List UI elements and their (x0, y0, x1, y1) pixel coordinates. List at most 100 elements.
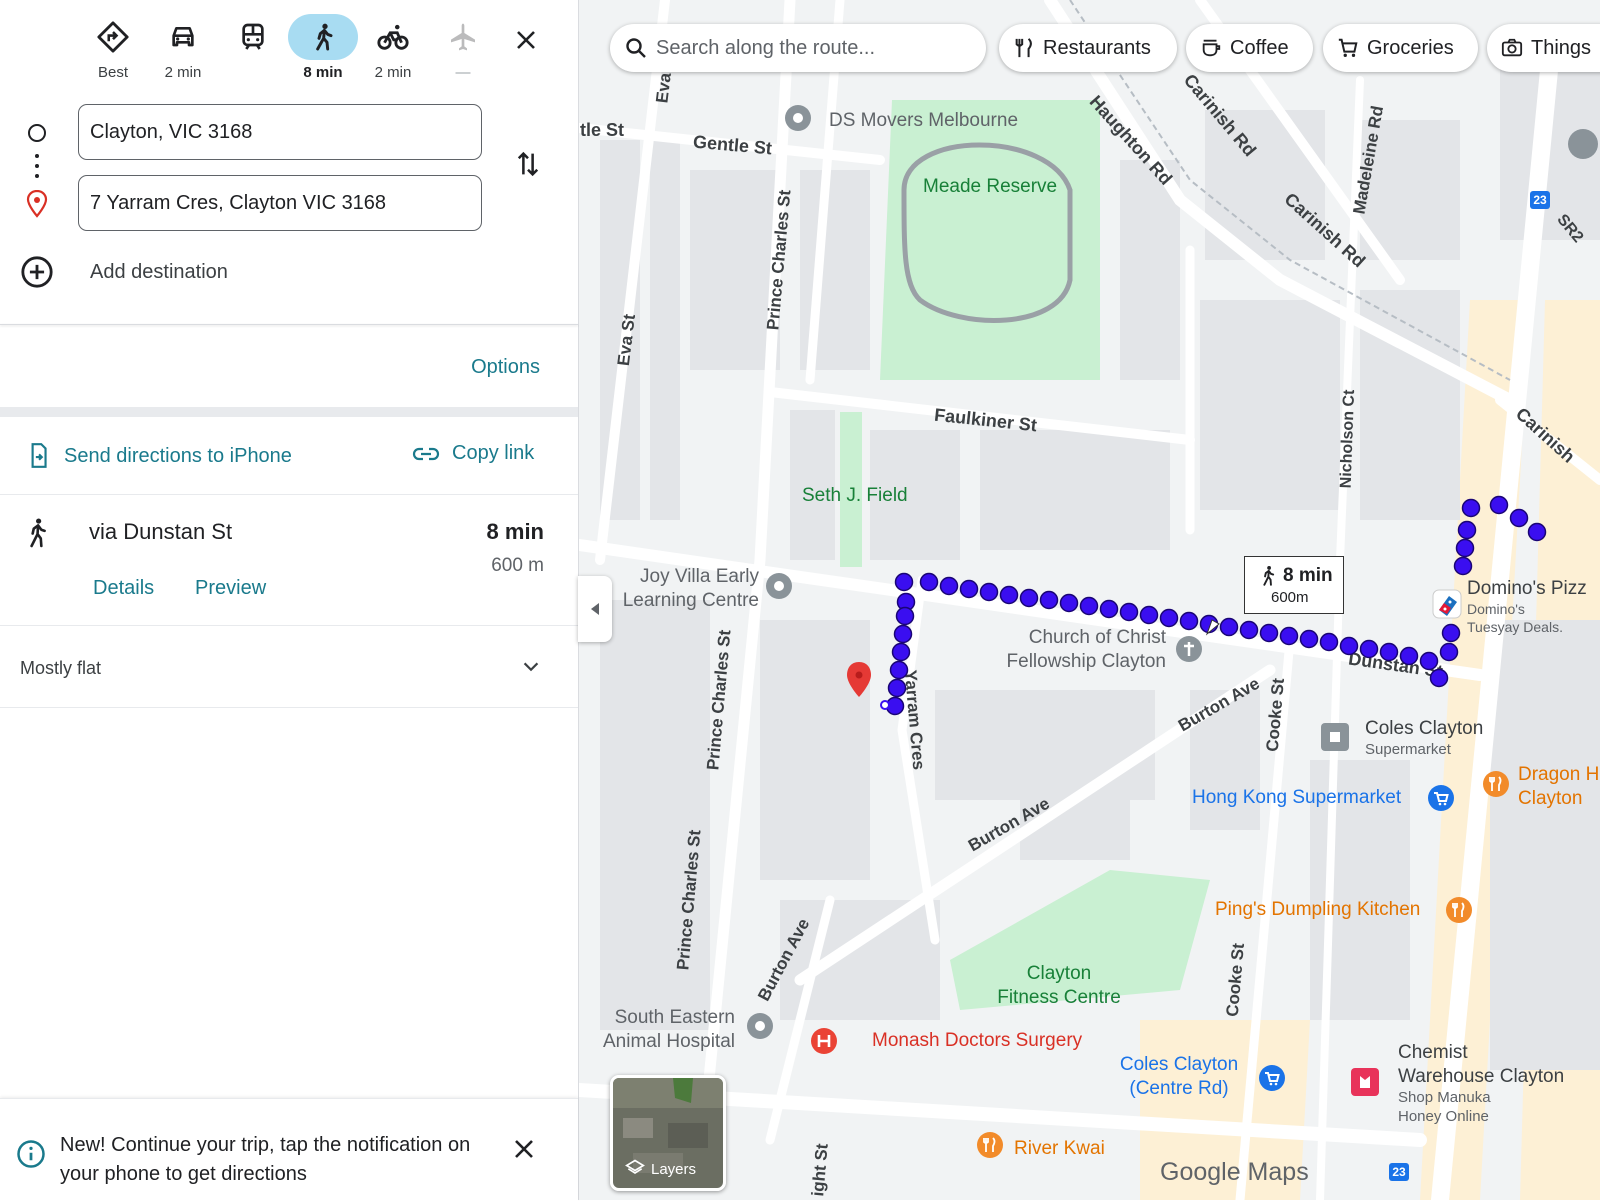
chip-things-to-do[interactable]: Things (1487, 24, 1600, 72)
add-destination-button[interactable]: Add destination (20, 255, 228, 289)
poi-label[interactable]: Monash Doctors Surgery (872, 1030, 1082, 1052)
poi-pin-icon[interactable] (765, 572, 793, 600)
layers-button[interactable]: Layers (610, 1075, 726, 1191)
poi-pin-icon[interactable] (746, 1012, 774, 1040)
mode-best-label: Best (97, 64, 128, 81)
map-canvas[interactable]: Gentle St ntle St Eva St Eva Prince Char… (579, 0, 1600, 1200)
copy-link-button[interactable]: Copy link (412, 442, 534, 465)
restaurant-icon (1015, 38, 1032, 58)
poi-label[interactable]: Coles Clayton (Centre Rd) (1109, 1053, 1249, 1101)
close-notification-icon[interactable] (512, 1137, 536, 1161)
google-maps-logo: Google Maps (1160, 1158, 1309, 1186)
restaurant-icon[interactable] (1482, 770, 1510, 798)
mode-cycling[interactable]: 2 min (358, 14, 428, 82)
chip-coffee[interactable]: Coffee (1186, 24, 1313, 72)
poi-label[interactable]: DS Movers Melbourne (829, 110, 1018, 132)
link-icon (412, 447, 440, 460)
chip-label: Groceries (1367, 36, 1454, 59)
chip-label: Restaurants (1043, 36, 1151, 59)
mode-cycling-label: 2 min (374, 64, 412, 81)
close-directions-button[interactable] (508, 22, 544, 58)
poi-sublabel: Supermarket (1365, 741, 1451, 758)
send-to-phone-icon (31, 443, 47, 468)
poi-pin-icon[interactable] (784, 104, 812, 132)
notification-banner: New! Continue your trip, tap the notific… (0, 1098, 578, 1201)
search-icon (626, 38, 646, 58)
chip-label: Things (1531, 36, 1592, 59)
options-link[interactable]: Options (471, 356, 540, 379)
poi-label[interactable]: Hong Kong Supermarket (1192, 787, 1401, 809)
walking-icon (316, 23, 333, 51)
airplane-icon (451, 23, 475, 51)
poi-label[interactable]: Church of Christ Fellowship Clayton (986, 626, 1166, 674)
mode-flights-label: — (455, 64, 471, 81)
poi-label[interactable]: River Kwai (1014, 1138, 1105, 1160)
shop-icon[interactable] (1320, 722, 1350, 752)
chip-restaurants[interactable]: Restaurants (999, 24, 1177, 72)
destination-marker[interactable] (847, 662, 871, 697)
send-directions-button[interactable]: Send directions to iPhone (26, 442, 292, 470)
add-circle-icon (21, 256, 53, 288)
close-icon (517, 31, 535, 49)
shopping-cart-icon[interactable] (1427, 784, 1455, 812)
search-along-route[interactable]: Search along the route... (610, 24, 986, 72)
divider (0, 625, 578, 626)
divider (0, 707, 578, 708)
restaurant-icon[interactable] (976, 1131, 1004, 1159)
camera-icon (1501, 38, 1523, 57)
pharmacy-icon[interactable] (1350, 1067, 1380, 1097)
mode-transit[interactable] (218, 14, 288, 82)
route-distance: 600 m (491, 555, 544, 576)
preview-link[interactable]: Preview (195, 577, 266, 600)
poi-pin-icon[interactable] (1566, 127, 1600, 161)
poi-sublabel: Domino's Tuesyay Deals. (1467, 601, 1563, 635)
route-duration: 8 min (486, 519, 544, 544)
dominos-logo-icon[interactable] (1431, 588, 1463, 620)
restaurant-icon[interactable] (1445, 896, 1473, 924)
coffee-icon (1202, 39, 1221, 57)
travel-mode-bar: Best 2 min 8 min 2 min — (78, 14, 498, 82)
callout-distance: 600m (1271, 589, 1309, 606)
mode-best[interactable]: Best (78, 14, 148, 82)
poi-label[interactable]: South Eastern Animal Hospital (579, 1006, 735, 1054)
collapse-panel-button[interactable] (578, 576, 612, 642)
layers-icon (625, 1159, 645, 1174)
info-icon (17, 1140, 45, 1168)
poi-label[interactable]: Coles Clayton (1365, 718, 1483, 740)
notification-text: New! Continue your trip, tap the notific… (60, 1134, 471, 1185)
layers-label: Layers (651, 1161, 697, 1178)
route-via-label: via Dunstan St (89, 519, 233, 544)
send-directions-label: Send directions to iPhone (64, 444, 292, 467)
directions-panel: Best 2 min 8 min 2 min — Clayton, VIC 31… (0, 0, 579, 1201)
route-option-card[interactable]: via Dunstan St 8 min 600 m Details Previ… (0, 495, 578, 625)
poi-label[interactable]: Ping's Dumpling Kitchen (1215, 899, 1420, 921)
destination-input[interactable]: 7 Yarram Cres, Clayton VIC 3168 (78, 175, 482, 231)
swap-icon (517, 151, 539, 177)
walking-icon (30, 518, 46, 548)
poi-label[interactable]: Joy Villa Early Learning Centre (609, 565, 759, 613)
mode-walking-label: 8 min (303, 64, 343, 81)
poi-label[interactable]: Seth J. Field (802, 485, 908, 507)
poi-label[interactable]: Chemist Warehouse Clayton (1398, 1041, 1564, 1089)
search-placeholder: Search along the route... (656, 36, 876, 59)
route-duration-callout[interactable]: 8 min 600m (1244, 556, 1344, 614)
hospital-icon[interactable] (810, 1027, 838, 1055)
shopping-cart-icon[interactable] (1258, 1064, 1286, 1092)
poi-label[interactable]: Dragon H Clayton (1518, 763, 1599, 811)
best-route-icon (97, 21, 129, 53)
callout-duration: 8 min (1283, 565, 1333, 586)
mode-flights: — (428, 14, 498, 82)
poi-label[interactable]: Clayton Fitness Centre (979, 962, 1139, 1010)
origin-input[interactable]: Clayton, VIC 3168 (78, 104, 482, 160)
swap-locations-button[interactable] (510, 146, 546, 182)
chip-groceries[interactable]: Groceries (1323, 24, 1478, 72)
mode-driving[interactable]: 2 min (148, 14, 218, 82)
chevron-down-icon[interactable] (520, 656, 542, 678)
poi-label[interactable]: Domino's Pizz (1467, 578, 1587, 600)
details-link[interactable]: Details (93, 577, 154, 600)
poi-sublabel: Shop Manuka Honey Online (1398, 1089, 1491, 1125)
church-icon[interactable] (1175, 635, 1203, 663)
poi-label[interactable]: Meade Reserve (923, 176, 1057, 198)
car-icon (172, 27, 194, 47)
mode-walking[interactable]: 8 min (288, 14, 358, 82)
